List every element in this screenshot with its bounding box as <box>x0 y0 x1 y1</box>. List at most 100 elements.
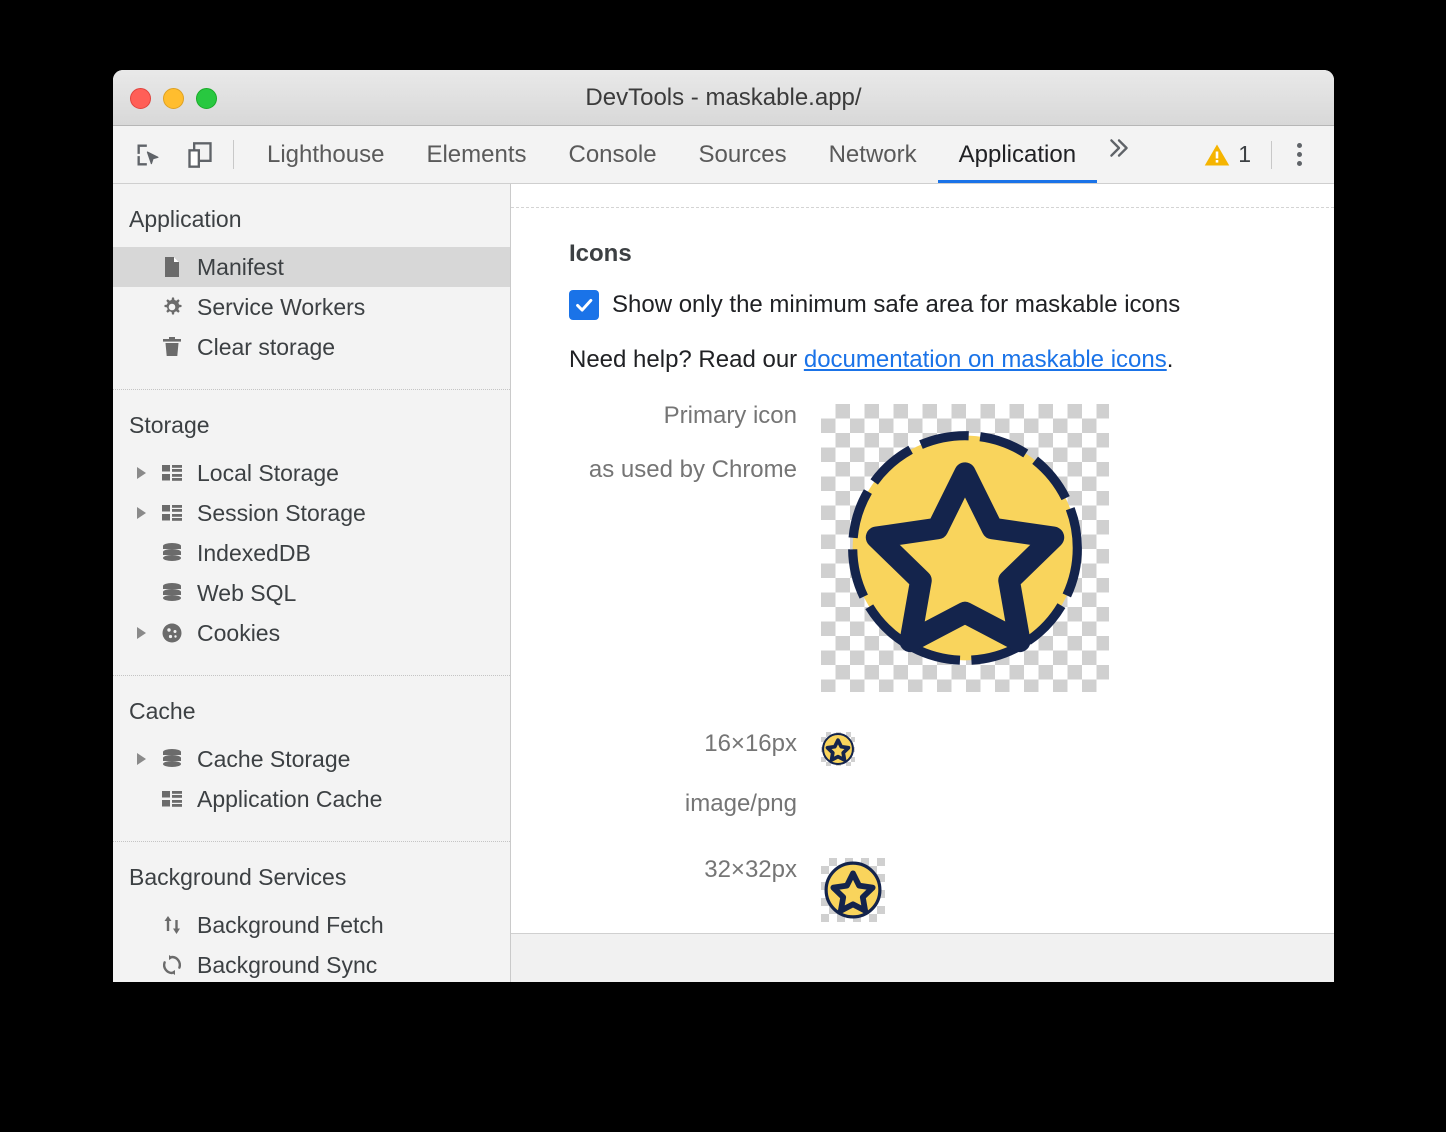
screen: DevTools - maskable.app/ <box>0 0 1446 1132</box>
maskable-star-icon <box>821 404 1109 692</box>
help-text: Need help? Read our documentation on mas… <box>569 346 1334 374</box>
maskable-star-icon <box>821 732 855 766</box>
database-icon <box>159 746 185 772</box>
maskable-safe-area-row: Show only the minimum safe area for mask… <box>569 290 1334 320</box>
tab-elements[interactable]: Elements <box>405 126 547 183</box>
sidebar-item-cache-storage[interactable]: Cache Storage <box>113 739 510 779</box>
sidebar-group-title: Application <box>113 184 510 247</box>
manifest-icons-section: Icons Show only the minimum safe area fo… <box>511 208 1334 933</box>
panel-footer <box>511 933 1334 982</box>
tab-console[interactable]: Console <box>547 126 677 183</box>
up-down-arrows-icon <box>159 912 185 938</box>
sidebar-item-indexeddb[interactable]: IndexedDB <box>113 533 510 573</box>
inspect-element-button[interactable] <box>129 136 167 174</box>
cookie-icon <box>159 620 185 646</box>
sidebar-item-manifest[interactable]: Manifest <box>113 247 510 287</box>
sidebar-item-label: Cookies <box>197 620 280 647</box>
sidebar-item-application-cache[interactable]: Application Cache <box>113 779 510 819</box>
sidebar-item-web-sql[interactable]: Web SQL <box>113 573 510 613</box>
panel-tabs: Lighthouse Elements Console Sources Netw… <box>246 126 1189 183</box>
grid-spacer <box>821 692 1334 732</box>
expand-triangle-icon[interactable] <box>137 507 146 519</box>
sidebar-group-title: Cache <box>113 676 510 739</box>
tab-label: Sources <box>699 141 787 169</box>
sidebar-group-title: Storage <box>113 390 510 453</box>
tab-label: Console <box>568 141 656 169</box>
sidebar-item-label: Web SQL <box>197 580 296 607</box>
primary-icon-label-line2: as used by Chrome <box>569 458 797 482</box>
sidebar-item-session-storage[interactable]: Session Storage <box>113 493 510 533</box>
warning-count: 1 <box>1238 141 1251 168</box>
expand-triangle-icon[interactable] <box>137 467 146 479</box>
tab-sources[interactable]: Sources <box>678 126 808 183</box>
show-safe-area-checkbox[interactable] <box>569 290 599 320</box>
tab-label: Network <box>829 141 917 169</box>
sidebar-item-label: Background Fetch <box>197 912 384 939</box>
sidebar-item-background-fetch[interactable]: Background Fetch <box>113 905 510 945</box>
kebab-dot <box>1297 161 1302 166</box>
toolbar-divider <box>233 140 234 169</box>
expand-triangle-icon[interactable] <box>137 753 146 765</box>
sidebar-item-cookies[interactable]: Cookies <box>113 613 510 653</box>
sidebar-item-service-workers[interactable]: Service Workers <box>113 287 510 327</box>
sidebar-item-label: Manifest <box>197 254 284 281</box>
checkmark-icon <box>573 294 595 316</box>
tab-network[interactable]: Network <box>808 126 938 183</box>
application-sidebar: Application Manifest <box>113 184 511 982</box>
window-titlebar: DevTools - maskable.app/ <box>113 70 1334 126</box>
sidebar-group-cache: Cache Cache Storage <box>113 675 510 841</box>
icon-preview-16 <box>821 732 855 766</box>
sidebar-item-label: Clear storage <box>197 334 335 361</box>
panel-top-divider <box>511 184 1334 208</box>
icons-grid: Primary icon as used by Chrome <box>569 404 1334 933</box>
grid-spacer <box>569 692 797 732</box>
maskable-star-icon <box>821 858 885 922</box>
toolbar-right-group: 1 <box>1189 126 1334 183</box>
tab-label: Application <box>959 141 1076 169</box>
tab-lighthouse[interactable]: Lighthouse <box>246 126 405 183</box>
sidebar-group-background-services: Background Services Background Fetch <box>113 841 510 982</box>
devtools-window: DevTools - maskable.app/ <box>113 70 1334 982</box>
warning-indicator[interactable]: 1 <box>1189 141 1265 169</box>
kebab-dot <box>1297 143 1302 148</box>
manifest-panel: Icons Show only the minimum safe area fo… <box>511 184 1334 982</box>
expand-triangle-icon[interactable] <box>137 627 146 639</box>
sidebar-group-application: Application Manifest <box>113 184 510 389</box>
show-safe-area-label: Show only the minimum safe area for mask… <box>612 291 1180 319</box>
table-icon <box>159 460 185 486</box>
chevron-double-right-icon <box>1106 135 1132 161</box>
sidebar-item-label: IndexedDB <box>197 540 311 567</box>
tab-application[interactable]: Application <box>938 126 1097 183</box>
sync-icon <box>159 952 185 978</box>
icon-size-label-16: 16×16px <box>569 732 797 756</box>
trash-icon <box>159 334 185 360</box>
device-toolbar-button[interactable] <box>181 136 219 174</box>
tab-label: Elements <box>426 141 526 169</box>
window-title: DevTools - maskable.app/ <box>113 84 1334 112</box>
document-icon <box>159 254 185 280</box>
sidebar-item-label: Service Workers <box>197 294 365 321</box>
primary-icon-preview <box>821 404 1109 692</box>
sidebar-item-local-storage[interactable]: Local Storage <box>113 453 510 493</box>
grid-spacer <box>569 818 797 858</box>
icon-mime-label-32: image/png <box>569 922 797 933</box>
toolbar-left-icons <box>113 126 219 183</box>
sidebar-item-background-sync[interactable]: Background Sync <box>113 945 510 982</box>
sidebar-item-label: Session Storage <box>197 500 366 527</box>
database-icon <box>159 540 185 566</box>
devtools-menu-button[interactable] <box>1278 134 1320 176</box>
page-title: Icons <box>569 240 1334 268</box>
gear-icon <box>159 294 185 320</box>
inspect-element-icon <box>134 141 162 169</box>
grid-spacer <box>821 818 1334 858</box>
maskable-docs-link[interactable]: documentation on maskable icons <box>804 346 1167 373</box>
sidebar-group-title: Background Services <box>113 842 510 905</box>
more-tabs-button[interactable] <box>1097 126 1141 170</box>
icon-mime-label-16: image/png <box>569 766 797 818</box>
sidebar-item-clear-storage[interactable]: Clear storage <box>113 327 510 367</box>
primary-icon-label-line1: Primary icon <box>664 402 797 429</box>
device-toolbar-icon <box>186 141 214 169</box>
table-icon <box>159 500 185 526</box>
toolbar-separator <box>1271 141 1272 169</box>
sidebar-item-label: Application Cache <box>197 786 382 813</box>
